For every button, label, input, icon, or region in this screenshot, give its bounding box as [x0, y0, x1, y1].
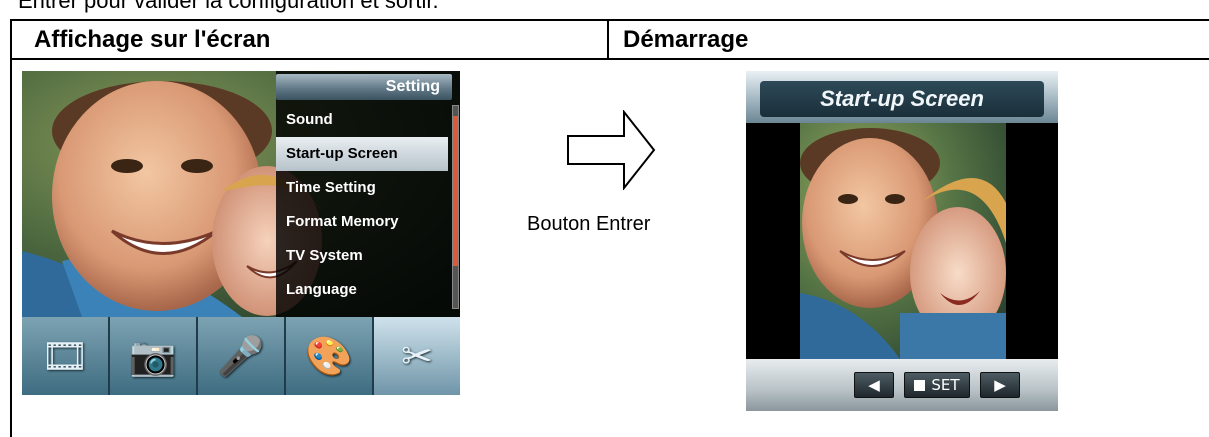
nav-set-button[interactable]: SET	[904, 372, 970, 398]
camera-icon: 📷	[129, 333, 177, 378]
menu-title: Setting	[276, 74, 452, 100]
right-arrow-icon	[566, 109, 656, 195]
startup-photo	[800, 123, 1006, 359]
menu-item-format-memory[interactable]: Format Memory	[276, 205, 448, 239]
nav-left-button[interactable]: ◀	[854, 372, 894, 398]
menu-item-language[interactable]: Language	[276, 273, 448, 307]
startup-title: Start-up Screen	[760, 81, 1044, 117]
settings-menu-screen: Setting Sound Start-up Screen Time Setti…	[22, 71, 460, 395]
menu-scrollbar-thumb[interactable]	[453, 116, 458, 266]
menu-item-sound[interactable]: Sound	[276, 103, 448, 137]
header-screen-display: Affichage sur l'écran	[12, 21, 609, 58]
square-icon	[914, 380, 926, 391]
nav-right-button[interactable]: ▶	[980, 372, 1020, 398]
header-startup: Démarrage	[623, 26, 749, 53]
left-arrow-icon: ◀	[868, 376, 880, 394]
tools-icon: ✂	[401, 334, 433, 378]
intro-text: Entrer pour valider la configuration et …	[18, 0, 439, 13]
menu-list: Sound Start-up Screen Time Setting Forma…	[276, 103, 448, 307]
menu-item-time-setting[interactable]: Time Setting	[276, 171, 448, 205]
startup-title-bar: Start-up Screen	[746, 71, 1058, 123]
mode-icon-bar: 🎞 📷 🎤 🎨 ✂	[22, 317, 460, 395]
microphone-icon: 🎤	[217, 333, 265, 378]
palette-icon: 🎨	[305, 333, 353, 378]
navigation-bar: ◀ SET ▶	[746, 359, 1058, 411]
arrow-caption: Bouton Entrer	[527, 213, 651, 235]
table-header-row: Affichage sur l'écran Démarrage	[12, 21, 1209, 60]
menu-scrollbar[interactable]	[452, 105, 459, 309]
menu-item-startup-screen[interactable]: Start-up Screen	[276, 137, 448, 171]
settings-menu: Setting Sound Start-up Screen Time Setti…	[276, 71, 460, 317]
setting-mode-button[interactable]: ✂	[374, 317, 460, 395]
film-reel-icon: 🎞	[40, 333, 90, 378]
menu-item-tv-system[interactable]: TV System	[276, 239, 448, 273]
startup-screen-preview: Start-up Screen ◀ SET ▶	[746, 71, 1058, 411]
movie-mode-button[interactable]: 🎞	[22, 317, 110, 395]
nav-set-label: SET	[931, 376, 960, 394]
voice-mode-button[interactable]: 🎤	[198, 317, 286, 395]
effect-mode-button[interactable]: 🎨	[286, 317, 374, 395]
camera-mode-button[interactable]: 📷	[110, 317, 198, 395]
right-arrow-icon: ▶	[994, 376, 1006, 394]
